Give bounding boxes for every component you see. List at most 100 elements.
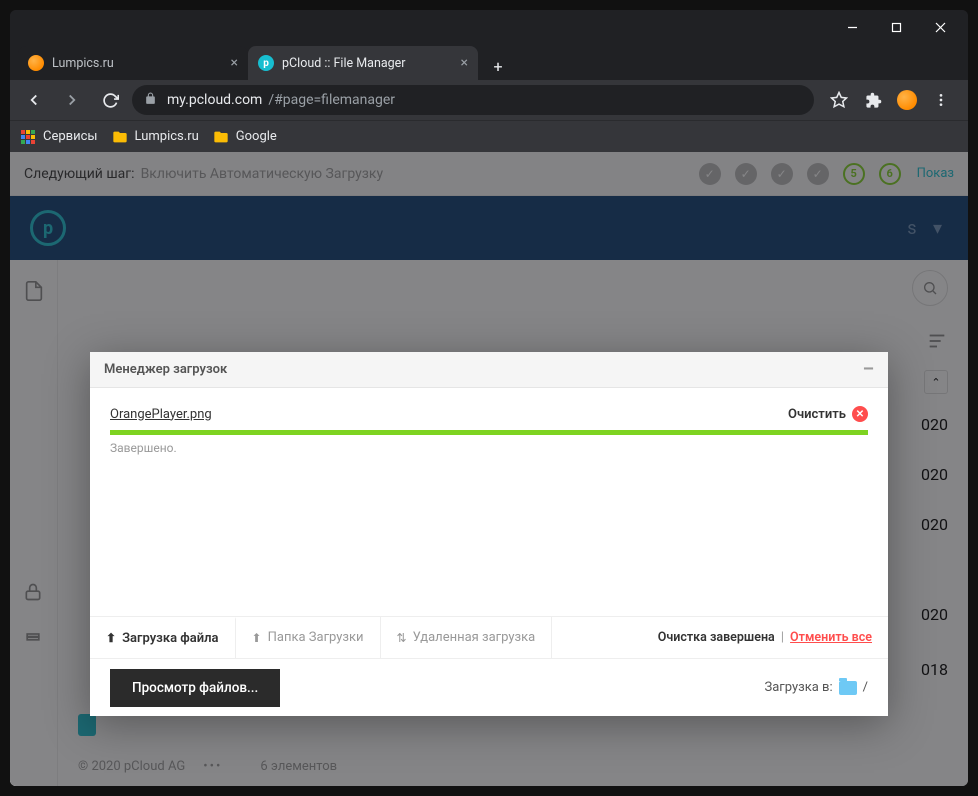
folder-icon (112, 129, 128, 145)
tab-label: Удаленная загрузка (413, 630, 536, 645)
bookmark-star-button[interactable] (824, 85, 854, 115)
tabs-status: Очистка завершена | Отменить все (642, 630, 888, 645)
bookmark-label: Lumpics.ru (135, 129, 199, 144)
modal-header: Менеджер загрузок – (90, 352, 888, 388)
folder-icon (213, 129, 229, 145)
step-done-icon[interactable] (735, 163, 757, 185)
page-content: Следующий шаг: Включить Автоматическую З… (10, 152, 968, 786)
tab-close-icon[interactable]: × (461, 55, 468, 71)
tab-lumpics[interactable]: Lumpics.ru × (18, 46, 248, 80)
tab-remote-upload[interactable]: ⇅ Удаленная загрузка (381, 617, 553, 658)
url-path: /#page=filemanager (268, 92, 395, 108)
tab-upload-folder[interactable]: ⬆ Папка Загрузки (236, 617, 381, 658)
browse-files-button[interactable]: Просмотр файлов... (110, 669, 280, 707)
banner-show-link[interactable]: Показ (917, 166, 954, 181)
step-done-icon[interactable] (771, 163, 793, 185)
upload-item: OrangePlayer.png Очистить ✕ (110, 406, 868, 422)
step-done-icon[interactable] (807, 163, 829, 185)
more-icon[interactable]: ••• (203, 759, 222, 774)
file-date: 018 (921, 660, 948, 679)
folder-icon[interactable] (839, 681, 857, 695)
header-right: s ▾ (907, 218, 948, 239)
bookmark-lumpics[interactable]: Lumpics.ru (112, 129, 199, 145)
banner-prefix: Следующий шаг: (24, 166, 135, 182)
bookmark-label: Google (236, 129, 277, 144)
search-icon[interactable] (912, 270, 948, 306)
tab-label: Загрузка файла (122, 631, 218, 646)
window-minimize-button[interactable] (830, 12, 874, 42)
upload-progress-bar (110, 430, 868, 435)
status-badge[interactable] (78, 714, 96, 736)
bookmark-label: Сервисы (43, 129, 98, 144)
favicon-pcloud: p (258, 55, 274, 71)
file-date: 020 (921, 465, 948, 484)
cleanup-done-label: Очистка завершена (658, 630, 775, 645)
modal-title: Менеджер загрузок (104, 362, 227, 377)
tab-label: pCloud :: File Manager (282, 56, 406, 71)
lock-icon (144, 92, 157, 109)
new-tab-button[interactable]: + (484, 52, 512, 80)
banner-hint: Включить Автоматическую Загрузку (141, 166, 383, 182)
tab-label: Папка Загрузки (268, 630, 364, 645)
upload-icon: ⬆ (106, 631, 116, 645)
sidebar (10, 260, 58, 786)
modal-minimize-button[interactable]: – (863, 359, 874, 380)
bookmarks-bar: Сервисы Lumpics.ru Google (10, 120, 968, 152)
upload-manager-modal: Менеджер загрузок – OrangePlayer.png Очи… (90, 352, 888, 716)
upload-destination: Загрузка в: / (764, 680, 868, 695)
clear-label: Очистить (788, 407, 846, 422)
orange-extension-button[interactable] (892, 85, 922, 115)
lock-icon[interactable] (23, 582, 45, 604)
tab-label: Lumpics.ru (52, 56, 114, 71)
window-close-button[interactable] (918, 12, 962, 42)
copyright: © 2020 pCloud AG (78, 759, 185, 774)
address-bar[interactable]: my.pcloud.com /#page=filemanager (132, 85, 814, 115)
sort-icon[interactable] (926, 330, 948, 356)
upload-status: Завершено. (110, 441, 868, 455)
upload-body: OrangePlayer.png Очистить ✕ Завершено. (90, 388, 888, 616)
url-host: my.pcloud.com (167, 92, 262, 108)
files-icon[interactable] (23, 280, 45, 302)
browser-window: Lumpics.ru × p pCloud :: File Manager × … (10, 10, 968, 786)
tab-pcloud[interactable]: p pCloud :: File Manager × (248, 46, 478, 80)
reload-button[interactable] (94, 84, 126, 116)
tab-close-icon[interactable]: × (231, 55, 238, 71)
tab-upload-file[interactable]: ⬆ Загрузка файла (90, 617, 236, 658)
window-maximize-button[interactable] (874, 12, 918, 42)
trash-icon[interactable] (23, 624, 45, 646)
clear-x-icon: ✕ (852, 406, 868, 422)
bookmark-google[interactable]: Google (213, 129, 277, 145)
step-done-icon[interactable] (699, 163, 721, 185)
favicon-lumpics (28, 55, 44, 71)
bookmark-apps[interactable]: Сервисы (20, 129, 98, 145)
dest-label: Загрузка в: (764, 680, 832, 695)
onboarding-banner: Следующий шаг: Включить Автоматическую З… (10, 152, 968, 196)
extensions-button[interactable] (858, 85, 888, 115)
forward-button[interactable] (56, 84, 88, 116)
page-footer: © 2020 pCloud AG ••• 6 элементов (58, 759, 968, 774)
window-titlebar (10, 10, 968, 44)
file-date: 020 (921, 415, 948, 434)
orange-icon (897, 90, 917, 110)
onboarding-steps: 5 6 (699, 163, 901, 185)
separator: | (781, 630, 784, 645)
toolbar: my.pcloud.com /#page=filemanager (10, 80, 968, 120)
elements-count: 6 элементов (260, 759, 337, 774)
step-5[interactable]: 5 (843, 163, 865, 185)
file-date: 020 (921, 605, 948, 624)
file-date: 020 (921, 515, 948, 534)
modal-footer: Просмотр файлов... Загрузка в: / (90, 658, 888, 716)
sort-toggle[interactable]: ⌃ (924, 370, 948, 394)
tab-strip: Lumpics.ru × p pCloud :: File Manager × … (10, 44, 968, 80)
extensions-area (820, 85, 960, 115)
upload-icon: ⬆ (252, 631, 262, 645)
step-6[interactable]: 6 (879, 163, 901, 185)
modal-tabs: ⬆ Загрузка файла ⬆ Папка Загрузки ⇅ Удал… (90, 616, 888, 658)
browser-menu-button[interactable] (926, 85, 956, 115)
cancel-all-link[interactable]: Отменить все (790, 630, 872, 645)
pcloud-logo[interactable]: p (30, 210, 66, 246)
back-button[interactable] (18, 84, 50, 116)
uploaded-file-link[interactable]: OrangePlayer.png (110, 407, 212, 422)
apps-icon (20, 129, 36, 145)
clear-button[interactable]: Очистить ✕ (788, 406, 868, 422)
